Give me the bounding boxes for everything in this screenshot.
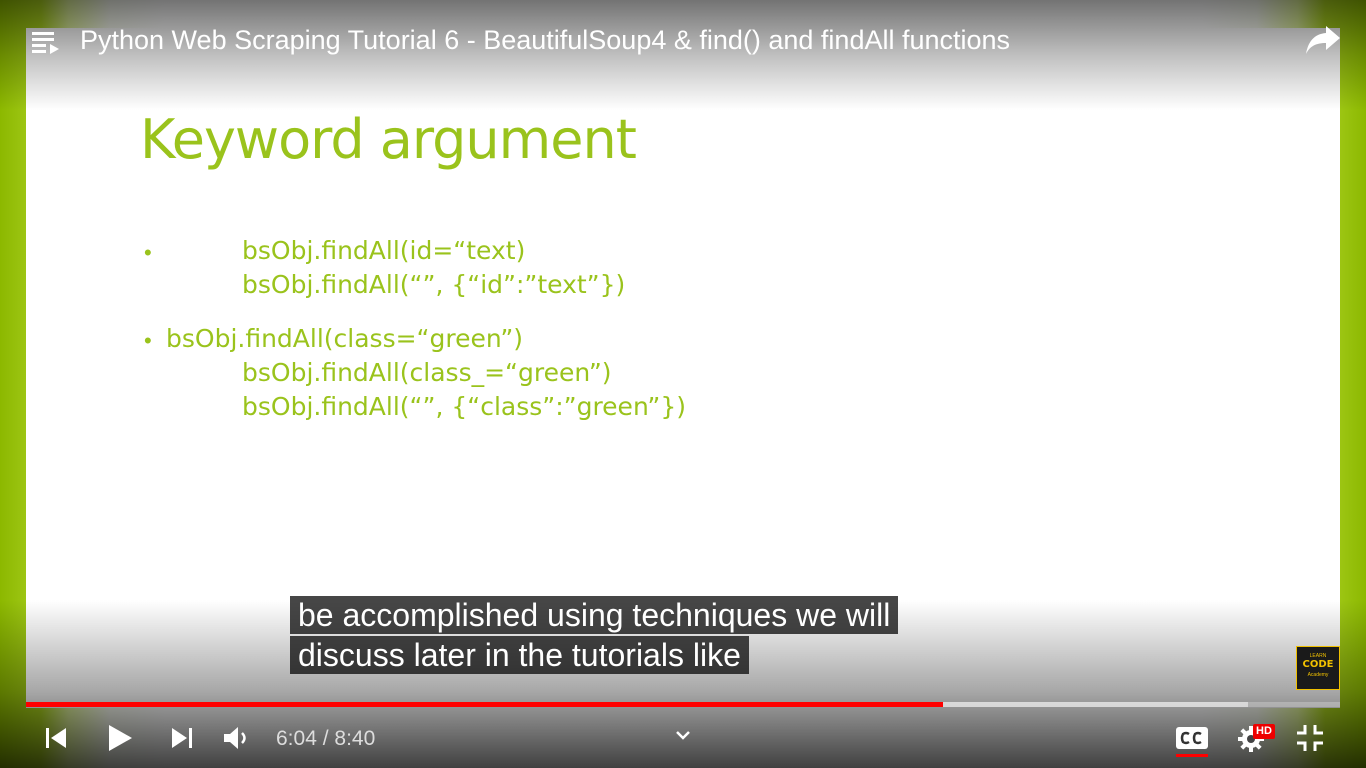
next-icon bbox=[172, 728, 192, 748]
channel-watermark[interactable]: LEARN CODE Academy bbox=[1296, 646, 1340, 690]
current-time: 6:04 bbox=[276, 727, 317, 750]
volume-button[interactable] bbox=[222, 724, 252, 752]
more-videos-button[interactable] bbox=[672, 724, 694, 746]
captions-icon bbox=[1176, 727, 1208, 749]
play-button[interactable] bbox=[104, 722, 136, 754]
share-icon bbox=[1306, 26, 1340, 54]
slide-line-2: bsObj.findAll(“”, {“id”:”text”}) bbox=[242, 270, 626, 299]
bullet-dot: • bbox=[144, 328, 152, 353]
volume-icon bbox=[224, 727, 246, 749]
video-title[interactable]: Python Web Scraping Tutorial 6 - Beautif… bbox=[80, 24, 1010, 56]
progress-played bbox=[26, 702, 944, 707]
slide-line-5: bsObj.findAll(“”, {“class”:”green”}) bbox=[242, 392, 687, 421]
captions-button[interactable] bbox=[1174, 724, 1210, 752]
exit-fullscreen-icon bbox=[1297, 725, 1323, 751]
bullet-dot: • bbox=[144, 240, 152, 265]
watermark-bottom-text: Academy bbox=[1307, 672, 1329, 678]
hd-badge: HD bbox=[1253, 724, 1275, 739]
watermark-main-text: CODE bbox=[1302, 659, 1334, 670]
time-separator: / bbox=[316, 727, 335, 750]
previous-icon bbox=[46, 728, 66, 748]
exit-fullscreen-button[interactable] bbox=[1294, 722, 1326, 754]
playlist-button[interactable] bbox=[30, 26, 62, 58]
captions-active-indicator bbox=[1176, 754, 1208, 757]
next-button[interactable] bbox=[168, 724, 196, 752]
play-icon bbox=[109, 725, 132, 751]
slide-line-4: bsObj.findAll(class_=“green”) bbox=[242, 358, 612, 387]
caption-line-1: be accomplished using techniques we will bbox=[290, 596, 899, 634]
share-button[interactable] bbox=[1302, 22, 1342, 58]
time-display: 6:04 / 8:40 bbox=[276, 726, 375, 752]
duration: 8:40 bbox=[334, 727, 376, 750]
playlist-icon bbox=[32, 32, 59, 54]
slide-heading: Keyword argument bbox=[140, 108, 637, 171]
chevron-down-icon bbox=[676, 731, 690, 740]
slide-line-3: bsObj.findAll(class=“green”) bbox=[166, 324, 524, 353]
progress-bar[interactable] bbox=[26, 702, 1340, 707]
previous-button[interactable] bbox=[42, 724, 70, 752]
slide-line-1: bsObj.findAll(id=“text) bbox=[242, 236, 526, 265]
caption-line-2: discuss later in the tutorials like bbox=[290, 636, 749, 674]
